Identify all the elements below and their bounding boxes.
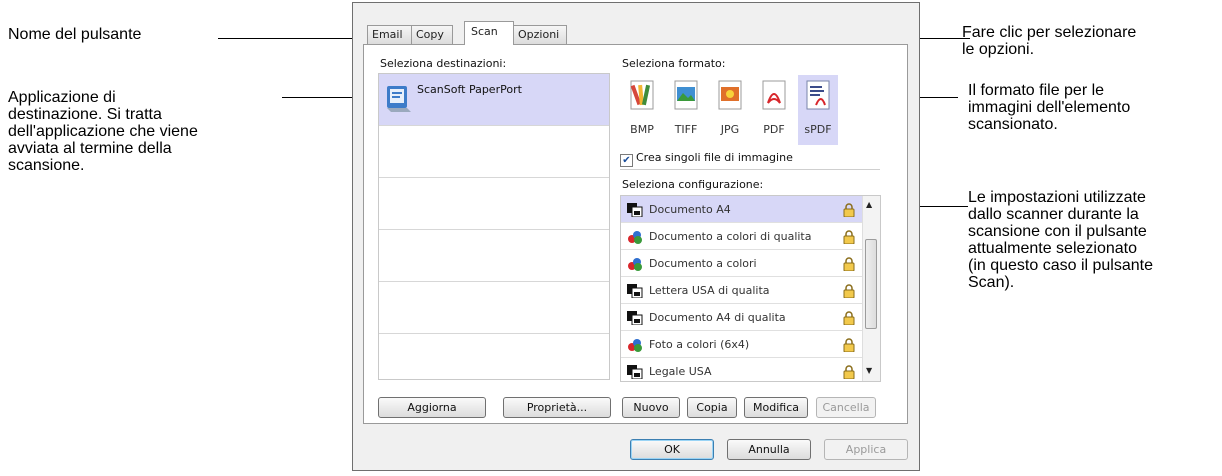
format-pdf[interactable]: PDF [754, 75, 794, 145]
tab-copy[interactable]: Copy [411, 25, 453, 44]
config-item[interactable]: Documento a colori di qualita [621, 223, 863, 250]
config-item[interactable]: Lettera USA di qualita [621, 277, 863, 304]
config-item[interactable]: Foto a colori (6x4) [621, 331, 863, 358]
callout-destination-app: Applicazione di destinazione. Si tratta … [8, 89, 198, 174]
config-item[interactable]: Documento A4 di qualita [621, 304, 863, 331]
format-label-bmp: BMP [630, 123, 654, 136]
spdf-format-icon [806, 80, 830, 110]
edit-button[interactable]: Modifica [744, 397, 808, 418]
destination-empty-row[interactable] [379, 178, 609, 230]
format-label: Seleziona formato: [622, 57, 726, 70]
lock-icon [843, 365, 855, 379]
lock-icon [843, 203, 855, 217]
config-name: Documento A4 [649, 203, 731, 216]
color-document-icon [628, 231, 642, 244]
refresh-button[interactable]: Aggiorna [378, 397, 486, 418]
callout-options: Fare clic per selezionare le opzioni. [962, 24, 1137, 58]
cancel-button[interactable]: Annulla [727, 439, 811, 460]
apply-button[interactable]: Applica [824, 439, 908, 460]
new-button[interactable]: Nuovo [622, 397, 680, 418]
bw-document-icon [627, 203, 643, 217]
callout-settings: Le impostazioni utilizzate dallo scanner… [968, 189, 1153, 291]
lock-icon [843, 257, 855, 271]
destination-name: ScanSoft PaperPort [417, 83, 522, 96]
lock-icon [843, 311, 855, 325]
configuration-list[interactable]: Documento A4 Documento a colori di quali… [620, 195, 881, 382]
callout-file-format: Il formato file per le immagini dell'ele… [968, 82, 1131, 133]
tab-options[interactable]: Opzioni [513, 25, 567, 44]
properties-button[interactable]: Proprietà... [503, 397, 611, 418]
jpg-format-icon [718, 80, 742, 110]
callout-button-name: Nome del pulsante [8, 26, 142, 43]
config-name: Lettera USA di qualita [649, 284, 770, 297]
scroll-up-arrow-icon[interactable]: ▲ [866, 200, 872, 209]
lock-icon [843, 284, 855, 298]
format-spdf[interactable]: sPDF [798, 75, 838, 145]
scan-tab-panel: Seleziona destinazioni: ScanSoft PaperPo… [363, 44, 908, 424]
bmp-format-icon [630, 80, 654, 110]
ok-button[interactable]: OK [630, 439, 714, 460]
scroll-down-arrow-icon[interactable]: ▼ [866, 366, 872, 375]
destination-empty-row[interactable] [379, 334, 609, 386]
destination-item-paperport[interactable]: ScanSoft PaperPort [379, 74, 609, 126]
lock-icon [843, 230, 855, 244]
config-name: Legale USA [649, 365, 712, 378]
copy-button[interactable]: Copia [687, 397, 737, 418]
destination-empty-row[interactable] [379, 230, 609, 282]
format-label-spdf: sPDF [804, 123, 832, 136]
bw-document-icon [627, 365, 643, 379]
format-label-tiff: TIFF [674, 123, 698, 136]
leader-line-destination [282, 97, 362, 98]
config-name: Documento a colori [649, 257, 757, 270]
configuration-scrollbar[interactable]: ▲ ▼ [862, 196, 880, 381]
tab-email[interactable]: Email [367, 25, 412, 44]
config-name: Documento a colori di qualita [649, 230, 812, 243]
config-name: Documento A4 di qualita [649, 311, 786, 324]
color-document-icon [628, 339, 642, 352]
destinations-label: Seleziona destinazioni: [380, 57, 507, 70]
color-document-icon [628, 258, 642, 271]
scrollbar-thumb[interactable] [865, 239, 877, 329]
delete-button[interactable]: Cancella [816, 397, 876, 418]
config-item[interactable]: Legale USA [621, 358, 863, 381]
pdf-format-icon [762, 80, 786, 110]
config-item[interactable]: Documento A4 [621, 196, 863, 223]
format-label-jpg: JPG [720, 123, 740, 136]
tab-scan[interactable]: Scan [464, 21, 514, 45]
scan-properties-dialog: Email Copy Scan Opzioni Seleziona destin… [352, 2, 920, 471]
format-bmp[interactable]: BMP [622, 75, 662, 145]
checkmark-icon: ✔ [620, 154, 633, 167]
tab-strip: Email Copy Scan Opzioni [363, 21, 903, 45]
section-separator [620, 169, 880, 170]
paperport-app-icon [387, 86, 411, 112]
destination-empty-row[interactable] [379, 282, 609, 334]
config-item[interactable]: Documento a colori [621, 250, 863, 277]
lock-icon [843, 338, 855, 352]
single-image-files-label: Crea singoli file di immagine [636, 151, 793, 164]
tiff-format-icon [674, 80, 698, 110]
format-tiff[interactable]: TIFF [666, 75, 706, 145]
single-image-files-checkbox[interactable]: ✔ Crea singoli file di immagine [620, 151, 793, 167]
config-name: Foto a colori (6x4) [649, 338, 750, 351]
bw-document-icon [627, 311, 643, 325]
format-label-pdf: PDF [763, 123, 785, 136]
destination-empty-row[interactable] [379, 126, 609, 178]
destinations-list[interactable]: ScanSoft PaperPort [378, 73, 610, 380]
configuration-label: Seleziona configurazione: [622, 178, 764, 191]
bw-document-icon [627, 284, 643, 298]
format-jpg[interactable]: JPG [710, 75, 750, 145]
